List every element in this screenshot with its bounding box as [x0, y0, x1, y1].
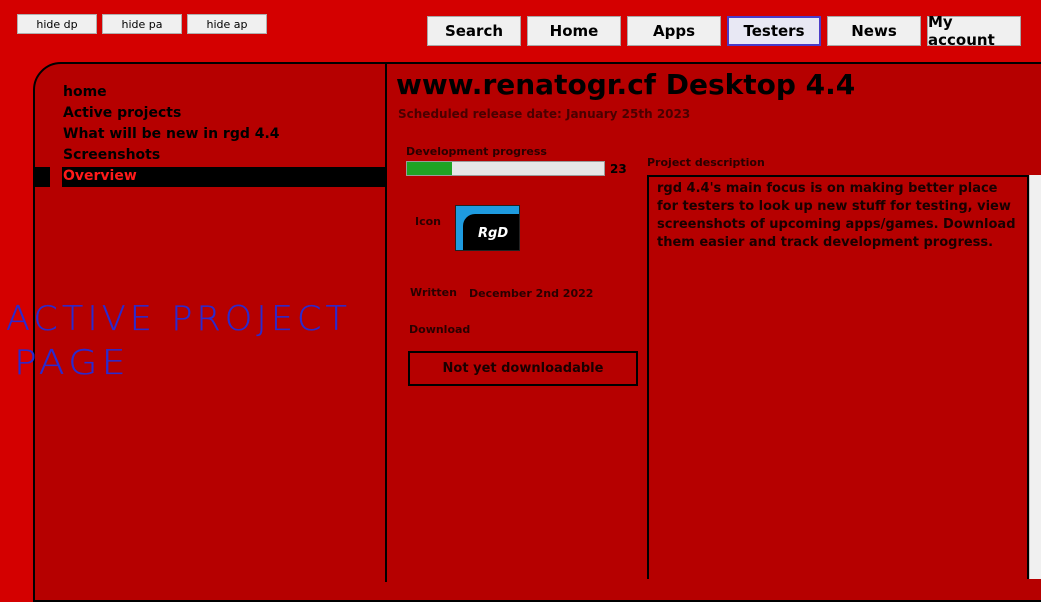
description-box[interactable]: rgd 4.4's main focus is on making better… — [647, 175, 1029, 579]
annotation-line-2: PAGE — [14, 343, 130, 382]
hide-ap-button[interactable]: hide ap — [187, 14, 267, 34]
nav-my-account-button[interactable]: My account — [927, 13, 1021, 49]
description-label: Project description — [647, 156, 765, 169]
sidebar-item-screenshots[interactable]: Screenshots — [63, 147, 160, 163]
hide-dp-button[interactable]: hide dp — [17, 14, 97, 34]
release-date: Scheduled release date: January 25th 202… — [398, 107, 691, 121]
progress-label: Development progress — [406, 145, 547, 158]
sidebar-active-marker — [50, 167, 62, 187]
sidebar-item-active-projects[interactable]: Active projects — [63, 105, 181, 121]
handwritten-annotation: ACTIVE PROJECT PAGE — [6, 299, 351, 382]
hide-pa-button[interactable]: hide pa — [102, 14, 182, 34]
app-icon-text: RgD — [478, 226, 509, 241]
description-scrollbar[interactable] — [1029, 175, 1041, 579]
nav-apps-button[interactable]: Apps — [627, 16, 721, 46]
page-title: www.renatogr.cf Desktop 4.4 — [396, 68, 856, 101]
sidebar-item-whats-new[interactable]: What will be new in rgd 4.4 — [63, 126, 280, 142]
icon-label: Icon — [415, 215, 442, 228]
progress-bar-fill — [407, 162, 453, 175]
written-date: December 2nd 2022 — [469, 287, 594, 300]
download-label: Download — [409, 323, 471, 336]
sidebar-item-overview[interactable]: Overview — [63, 168, 137, 184]
written-label: Written — [410, 286, 457, 299]
nav-home-button[interactable]: Home — [527, 16, 621, 46]
nav-testers-button[interactable]: Testers — [727, 16, 821, 46]
annotation-line-1: ACTIVE PROJECT — [6, 299, 351, 339]
panel-divider — [385, 62, 387, 582]
progress-bar — [406, 161, 605, 176]
download-button[interactable]: Not yet downloadable — [408, 351, 638, 386]
nav-search-button[interactable]: Search — [427, 16, 521, 46]
nav-news-button[interactable]: News — [827, 16, 921, 46]
progress-value: 23 — [610, 162, 627, 176]
sidebar-item-home[interactable]: home — [63, 84, 107, 100]
description-text: rgd 4.4's main focus is on making better… — [657, 181, 1016, 250]
app-icon: RgD — [455, 205, 520, 251]
